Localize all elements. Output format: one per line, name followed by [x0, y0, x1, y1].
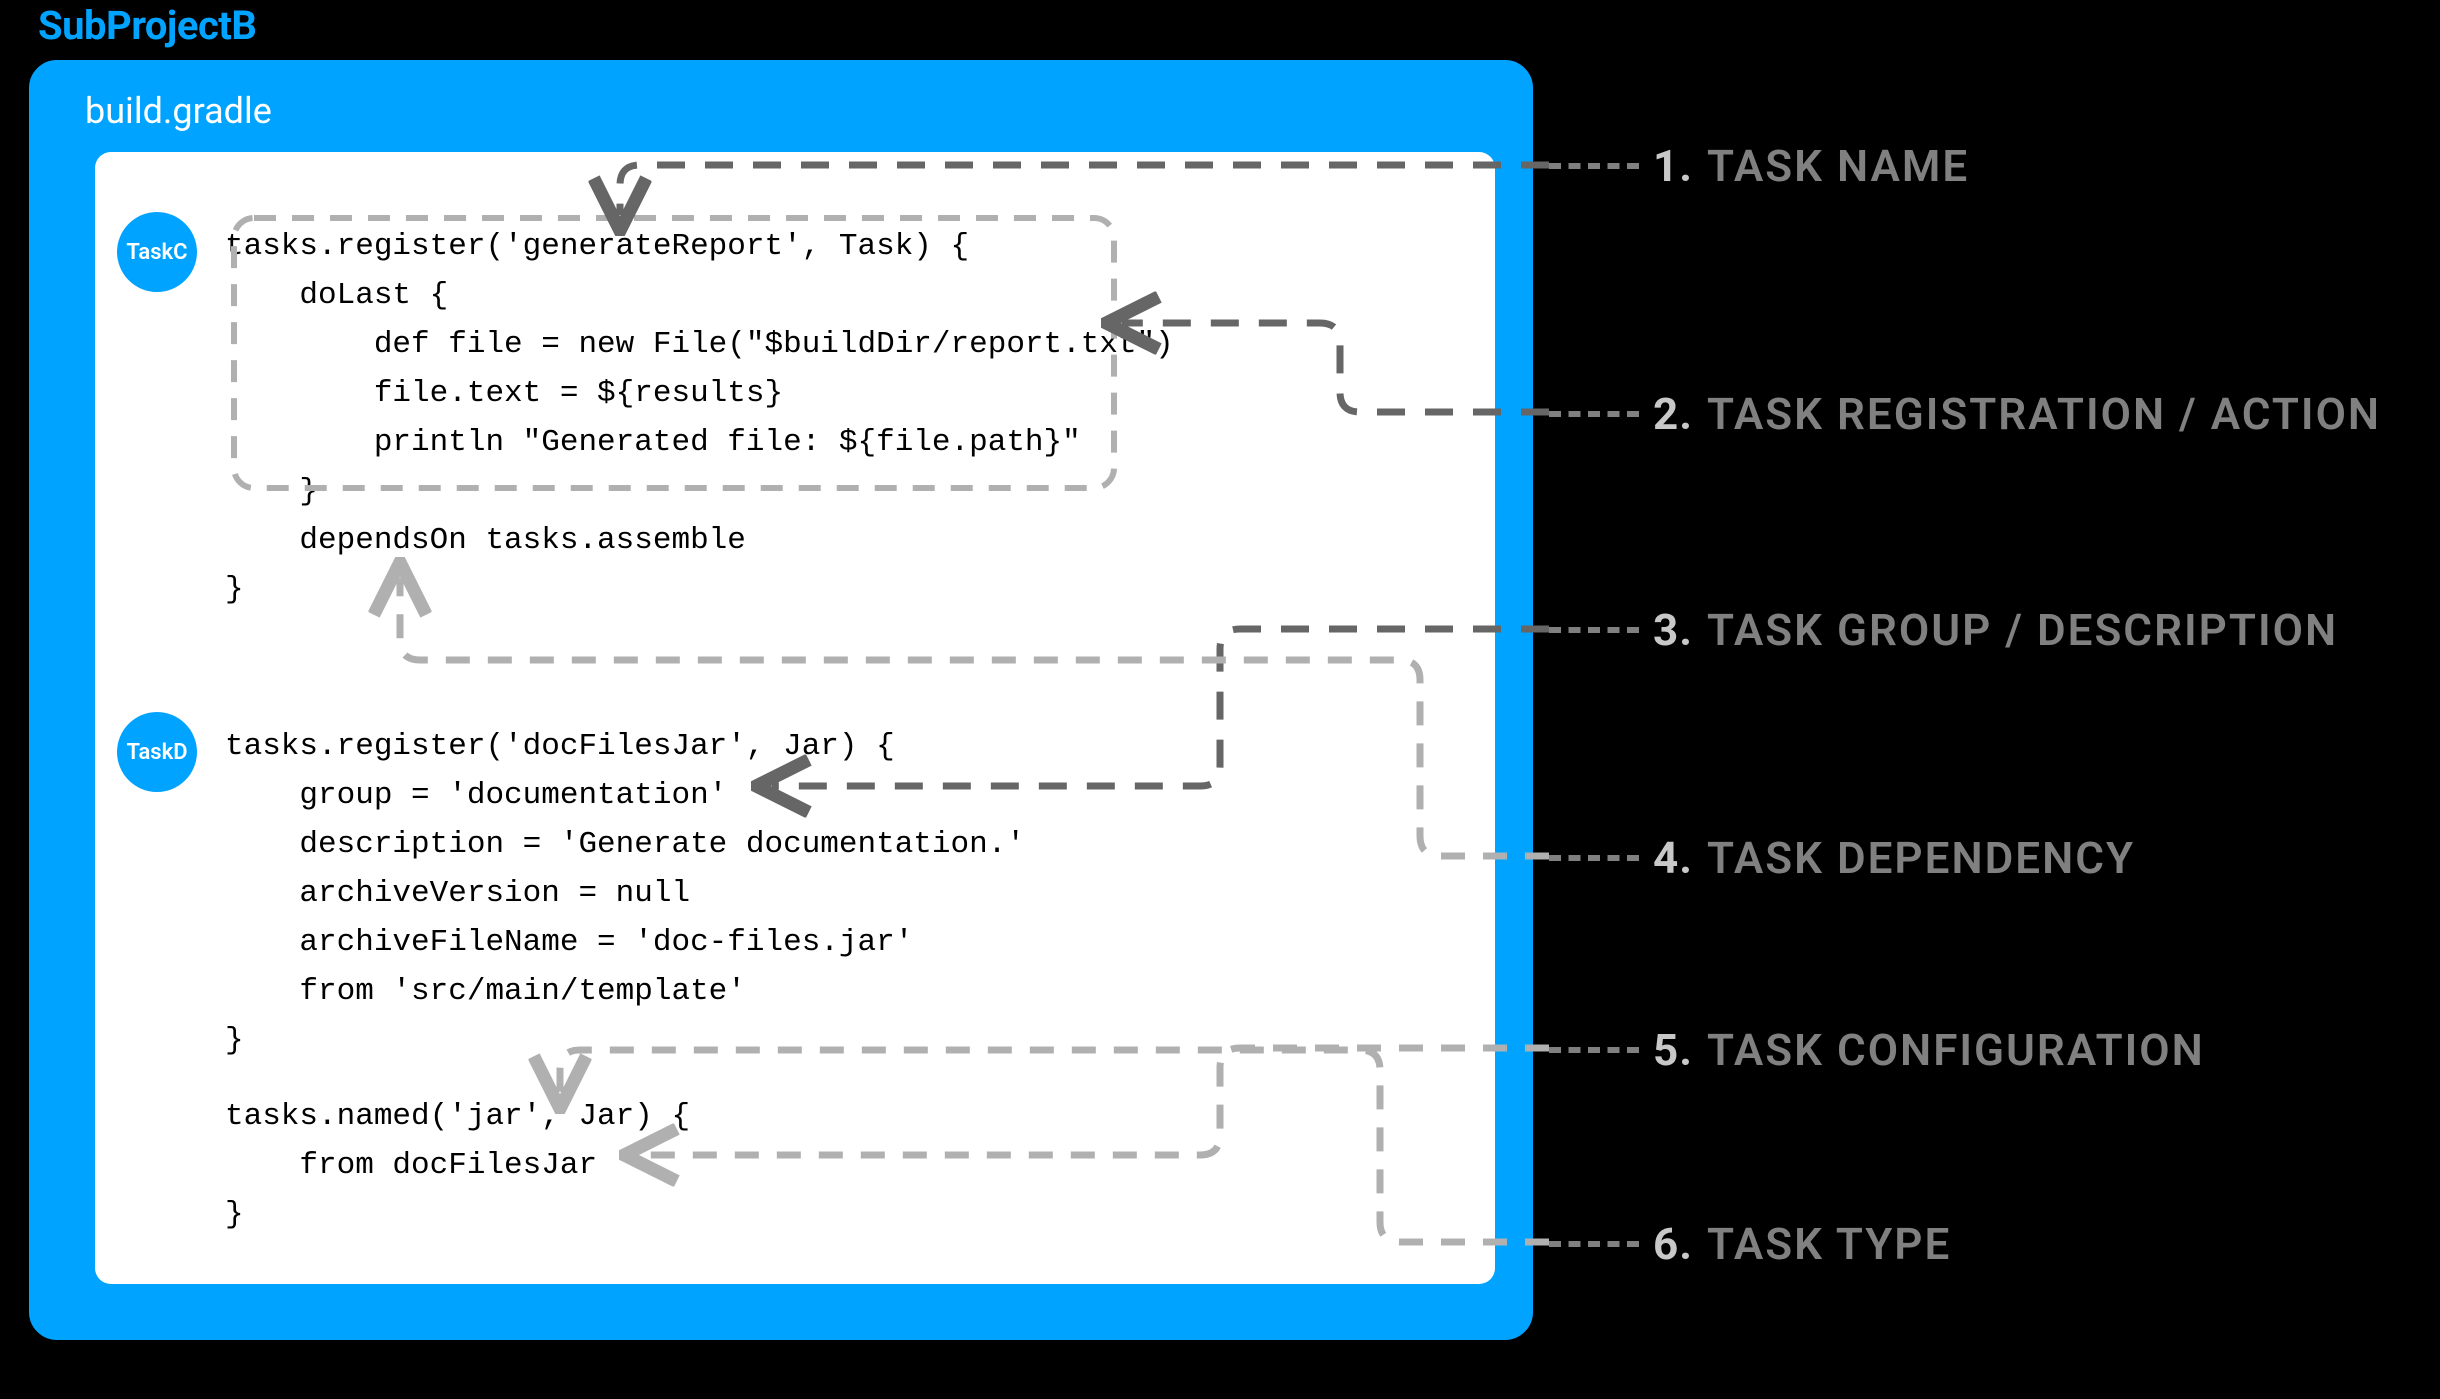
callout-6: 6. TASK TYPE: [1549, 1218, 1951, 1270]
task-chip-d: TaskD: [117, 712, 197, 792]
callout-text: TASK REGISTRATION / ACTION: [1707, 388, 2381, 440]
callout-3: 3. TASK GROUP / DESCRIPTION: [1549, 604, 2338, 656]
callout-number: 2.: [1653, 388, 1693, 440]
task-chip-c: TaskC: [117, 212, 197, 292]
callout-dash-icon: [1549, 163, 1639, 169]
diagram-stage: SubProjectB build.gradle TaskC TaskD tas…: [0, 0, 2440, 1399]
callout-1: 1. TASK NAME: [1549, 140, 1969, 192]
callout-text: TASK NAME: [1707, 140, 1969, 192]
callout-2: 2. TASK REGISTRATION / ACTION: [1549, 388, 2381, 440]
callout-number: 5.: [1653, 1024, 1693, 1076]
callout-dash-icon: [1549, 1241, 1639, 1247]
callout-number: 4.: [1653, 832, 1693, 884]
build-file-frame: build.gradle TaskC TaskD tasks.register(…: [29, 60, 1533, 1340]
code-block-1: tasks.register('generateReport', Task) {…: [225, 222, 1174, 614]
callout-5: 5. TASK CONFIGURATION: [1549, 1024, 2205, 1076]
callout-number: 3.: [1653, 604, 1693, 656]
callout-number: 6.: [1653, 1218, 1693, 1270]
callout-text: TASK DEPENDENCY: [1707, 832, 2135, 884]
callout-text: TASK GROUP / DESCRIPTION: [1707, 604, 2338, 656]
project-title: SubProjectB: [38, 2, 256, 49]
code-block-2: tasks.register('docFilesJar', Jar) { gro…: [225, 722, 1025, 1065]
callout-number: 1.: [1653, 140, 1693, 192]
code-panel: TaskC TaskD tasks.register('generateRepo…: [95, 152, 1495, 1284]
callout-text: TASK TYPE: [1707, 1218, 1951, 1270]
callout-4: 4. TASK DEPENDENCY: [1549, 832, 2135, 884]
code-block-3: tasks.named('jar', Jar) { from docFilesJ…: [225, 1092, 690, 1239]
callout-text: TASK CONFIGURATION: [1707, 1024, 2205, 1076]
build-file-name: build.gradle: [85, 90, 272, 132]
callout-dash-icon: [1549, 1047, 1639, 1053]
callout-dash-icon: [1549, 855, 1639, 861]
callout-dash-icon: [1549, 627, 1639, 633]
callout-dash-icon: [1549, 411, 1639, 417]
